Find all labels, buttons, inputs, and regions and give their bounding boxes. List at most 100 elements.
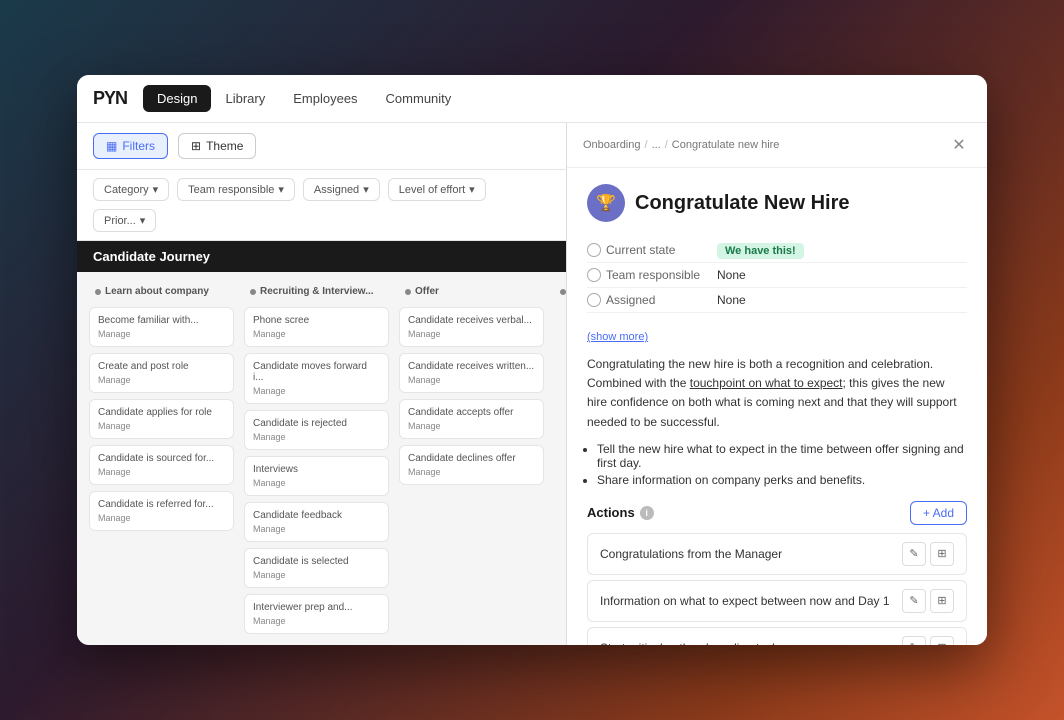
circle-icon-2 xyxy=(587,268,601,282)
top-nav: PYN Design Library Employees Community xyxy=(77,75,987,123)
column-dot-3 xyxy=(405,289,411,295)
assigned-label: Assigned xyxy=(314,184,359,196)
action-more-btn-1[interactable]: ⊞ xyxy=(930,542,954,566)
assigned-dropdown[interactable]: Assigned ▾ xyxy=(303,178,380,201)
theme-label: Theme xyxy=(206,139,243,153)
nav-design[interactable]: Design xyxy=(143,85,211,112)
action-icons-2: ✎ ⊞ xyxy=(902,589,954,613)
card-candidate-applies[interactable]: Candidate applies for role Manage xyxy=(89,399,234,439)
team-responsible-dropdown[interactable]: Team responsible ▾ xyxy=(177,178,295,201)
detail-title: Congratulate New Hire xyxy=(635,192,849,215)
breadcrumb-ellipsis: ... xyxy=(652,139,661,151)
app-window: PYN Design Library Employees Community ▦… xyxy=(77,75,987,645)
filters-button[interactable]: ▦ Filters xyxy=(93,133,168,159)
priority-dropdown[interactable]: Prior... ▾ xyxy=(93,209,156,232)
card-interviews[interactable]: Interviews Manage xyxy=(244,456,389,496)
chevron-down-icon: ▾ xyxy=(278,183,284,196)
team-responsible-label: Team responsible xyxy=(188,184,274,196)
theme-button[interactable]: ⊞ Theme xyxy=(178,133,256,159)
team-responsible-label: Team responsible xyxy=(606,268,700,282)
category-dropdown[interactable]: Category ▾ xyxy=(93,178,169,201)
column-dot-4 xyxy=(560,289,566,295)
card-candidate-accepts[interactable]: Candidate accepts offer Manage xyxy=(399,399,544,439)
column-title-1: Learn about company xyxy=(105,286,209,297)
actions-header: Actions i + Add xyxy=(587,501,967,525)
column-dot-1 xyxy=(95,289,101,295)
card-candidate-receives-verbal[interactable]: Candidate receives verbal... Manage xyxy=(399,307,544,347)
circle-icon xyxy=(587,243,601,257)
assigned-label: Assigned xyxy=(606,293,655,307)
meta-row-current-state: Current state We have this! xyxy=(587,238,967,263)
board-columns: Learn about company Become familiar with… xyxy=(77,272,566,645)
card-candidate-receives-written[interactable]: Candidate receives written... Manage xyxy=(399,353,544,393)
category-label: Category xyxy=(104,184,149,196)
card-candidate-moves-forward[interactable]: Candidate moves forward i... Manage xyxy=(244,353,389,404)
detail-title-row: 🏆 Congratulate New Hire xyxy=(587,184,967,222)
right-panel: Onboarding / ... / Congratulate new hire… xyxy=(567,123,987,645)
column-header-1: Learn about company xyxy=(89,282,234,301)
column-header-3: Offer xyxy=(399,282,544,301)
close-button[interactable]: ✕ xyxy=(947,133,971,157)
bullet-item-2: Share information on company perks and b… xyxy=(597,473,967,487)
nav-community[interactable]: Community xyxy=(372,85,466,112)
column-header-4: On... xyxy=(554,282,566,301)
filter-icon: ▦ xyxy=(106,139,117,153)
column-on: On... xyxy=(554,282,566,635)
column-dot-2 xyxy=(250,289,256,295)
team-responsible-value: None xyxy=(717,268,746,282)
app-logo: PYN xyxy=(93,88,127,109)
touchpoint-link: touchpoint on what to expect xyxy=(690,376,843,390)
meta-row-team-responsible: Team responsible None xyxy=(587,263,967,288)
column-header-2: Recruiting & Interview... xyxy=(244,282,389,301)
card-candidate-referred[interactable]: Candidate is referred for... Manage xyxy=(89,491,234,531)
board-header: Candidate Journey xyxy=(77,241,566,272)
current-state-value: We have this! xyxy=(717,243,804,257)
card-candidate-declines[interactable]: Candidate declines offer Manage xyxy=(399,445,544,485)
assigned-value: None xyxy=(717,293,746,307)
chevron-down-icon: ▾ xyxy=(153,183,159,196)
level-of-effort-dropdown[interactable]: Level of effort ▾ xyxy=(388,178,486,201)
show-more-link[interactable]: (show more) xyxy=(587,331,648,343)
action-item-1: Congratulations from the Manager ✎ ⊞ xyxy=(587,533,967,575)
action-edit-btn-1[interactable]: ✎ xyxy=(902,542,926,566)
meta-table: Current state We have this! Team respons… xyxy=(587,238,967,313)
theme-icon: ⊞ xyxy=(191,139,201,153)
meta-row-assigned: Assigned None xyxy=(587,288,967,313)
column-title-3: Offer xyxy=(415,286,439,297)
action-more-btn-3[interactable]: ⊞ xyxy=(930,636,954,645)
action-edit-btn-2[interactable]: ✎ xyxy=(902,589,926,613)
action-edit-btn-3[interactable]: ✎ xyxy=(902,636,926,645)
column-title-2: Recruiting & Interview... xyxy=(260,286,374,297)
action-text-3: Start critical path onboarding tasks xyxy=(600,641,784,645)
card-become-familiar[interactable]: Become familiar with... Manage xyxy=(89,307,234,347)
description-text: Congratulating the new hire is both a re… xyxy=(587,355,967,432)
status-badge: We have this! xyxy=(717,243,804,259)
card-create-post-role[interactable]: Create and post role Manage xyxy=(89,353,234,393)
current-state-label: Current state xyxy=(606,243,675,257)
circle-icon-3 xyxy=(587,293,601,307)
action-item-2: Information on what to expect between no… xyxy=(587,580,967,622)
info-icon: i xyxy=(640,506,654,520)
nav-employees[interactable]: Employees xyxy=(279,85,371,112)
action-more-btn-2[interactable]: ⊞ xyxy=(930,589,954,613)
chevron-down-icon: ▾ xyxy=(363,183,369,196)
bullets-list: Tell the new hire what to expect in the … xyxy=(587,442,967,487)
add-action-button[interactable]: + Add xyxy=(910,501,967,525)
column-learn-about-company: Learn about company Become familiar with… xyxy=(89,282,234,635)
card-phone-screen[interactable]: Phone scree Manage xyxy=(244,307,389,347)
nav-library[interactable]: Library xyxy=(211,85,279,112)
card-candidate-feedback[interactable]: Candidate feedback Manage xyxy=(244,502,389,542)
filter-label: Filters xyxy=(122,139,155,153)
action-item-3: Start critical path onboarding tasks ✎ ⊞ xyxy=(587,627,967,645)
card-candidate-rejected[interactable]: Candidate is rejected Manage xyxy=(244,410,389,450)
chevron-down-icon: ▾ xyxy=(140,214,146,227)
right-panel-header: Onboarding / ... / Congratulate new hire… xyxy=(567,123,987,168)
detail-content: 🏆 Congratulate New Hire Current state We… xyxy=(567,168,987,645)
level-label: Level of effort xyxy=(399,184,465,196)
breadcrumb-current: Congratulate new hire xyxy=(672,139,780,151)
card-candidate-selected[interactable]: Candidate is selected Manage xyxy=(244,548,389,588)
action-text-2: Information on what to expect between no… xyxy=(600,594,890,608)
card-candidate-sourced[interactable]: Candidate is sourced for... Manage xyxy=(89,445,234,485)
card-interviewer-prep[interactable]: Interviewer prep and... Manage xyxy=(244,594,389,634)
detail-icon: 🏆 xyxy=(587,184,625,222)
